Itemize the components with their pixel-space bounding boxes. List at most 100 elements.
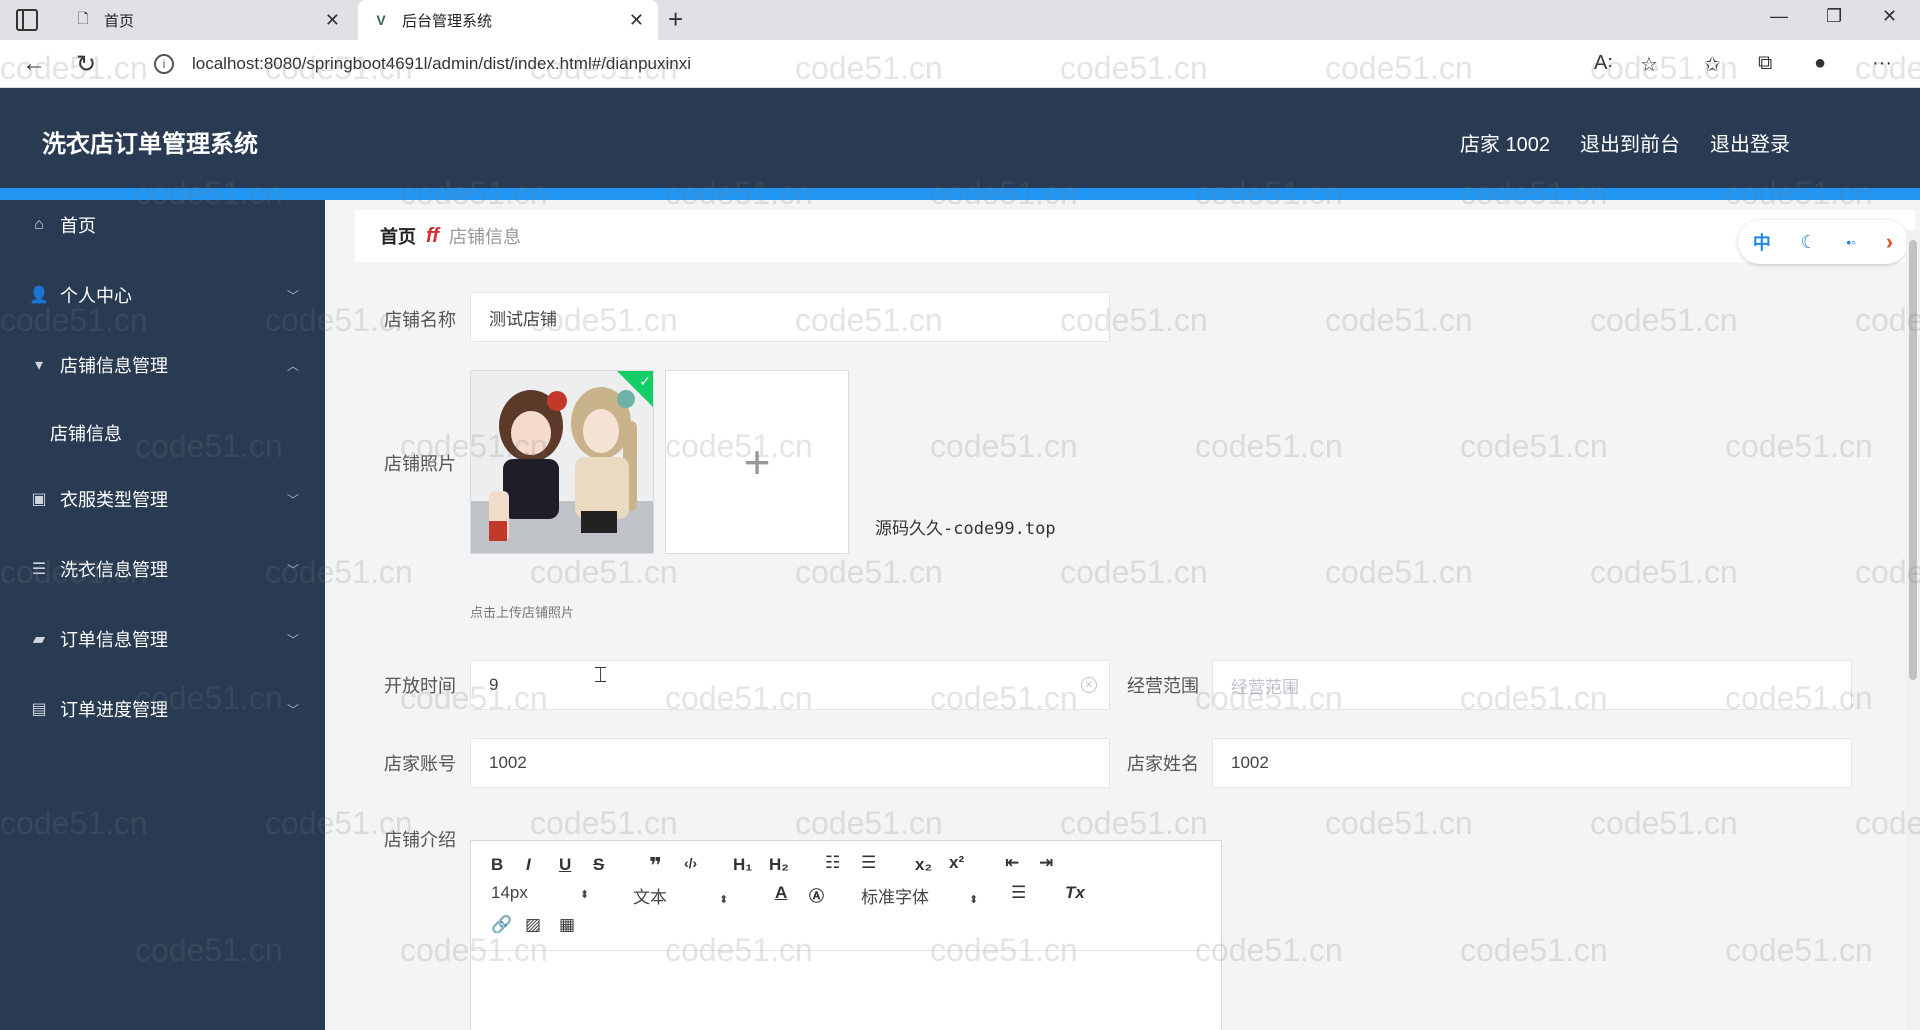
close-icon[interactable]: ✕	[629, 10, 644, 31]
heading-1-icon[interactable]: H₁	[733, 855, 752, 875]
url-input[interactable]: i localhost:8080/springboot4691l/admin/d…	[132, 46, 1652, 82]
clear-icon[interactable]: ✕	[1081, 677, 1097, 693]
sidebar-item-label: 个人中心	[60, 286, 132, 306]
collections-icon[interactable]: ⧉	[1758, 52, 1772, 75]
chevron-down-icon: ﹀	[286, 288, 299, 303]
new-tab-icon[interactable]: +	[668, 4, 683, 35]
shop-photo-label: 店铺照片	[384, 454, 456, 474]
app-header: 洗衣店订单管理系统 店家 1002 退出到前台 退出登录	[0, 88, 1920, 188]
intro-label: 店铺介绍	[384, 830, 456, 850]
restore-icon[interactable]: ❐	[1826, 6, 1842, 27]
sidebar: ⌂ 首页 👤 个人中心 ﹀ ▾ 店铺信息管理 ︿ 店铺信息 ▣ 衣服类型管理 ﹀…	[0, 200, 325, 1030]
user-icon: 👤	[29, 287, 49, 304]
breadcrumb-home[interactable]: 首页	[380, 223, 416, 249]
sidebar-item-order-progress-mgmt[interactable]: ▤ 订单进度管理 ﹀	[0, 684, 325, 734]
align-icon[interactable]: ☰	[1011, 883, 1026, 903]
read-aloud-icon[interactable]: A꞉	[1594, 52, 1613, 75]
upload-photo-button[interactable]: +	[665, 370, 849, 554]
sidebar-item-clothes-type-mgmt[interactable]: ▣ 衣服类型管理 ﹀	[0, 474, 325, 524]
account-label: 店家账号	[384, 754, 456, 774]
info-icon[interactable]: i	[154, 54, 174, 74]
select-arrows-icon: ⬍	[579, 889, 590, 901]
link-icon[interactable]: 🔗	[491, 915, 512, 935]
select-arrows-icon: ⬍	[719, 894, 729, 906]
font-size-value: 14px	[491, 883, 528, 902]
italic-icon[interactable]: I	[526, 855, 531, 875]
logout-link[interactable]: 退出登录	[1710, 128, 1790, 157]
source-watermark-text: 源码久久-code99.top	[875, 519, 1056, 539]
shop-name-label: 店铺名称	[384, 310, 456, 330]
font-color-icon[interactable]: A	[775, 883, 787, 903]
vue-logo-icon: V	[376, 12, 386, 28]
upload-success-icon: ✓	[617, 371, 653, 407]
account-input[interactable]: 1002	[470, 738, 1110, 788]
header-accent-strip	[0, 188, 1920, 200]
underline-icon[interactable]: U	[559, 855, 571, 875]
settings-dots-icon[interactable]: •◦	[1846, 234, 1856, 250]
main-scrollbar[interactable]	[1906, 230, 1920, 1030]
sidebar-item-wash-info-mgmt[interactable]: ☰ 洗衣信息管理 ﹀	[0, 544, 325, 594]
favorites-icon[interactable]: ✩	[1704, 52, 1721, 77]
chevron-down-icon: ﹀	[286, 632, 299, 647]
sidebar-item-shop-info-mgmt[interactable]: ▾ 店铺信息管理 ︿	[0, 340, 325, 390]
owner-name-value: 1002	[1231, 753, 1269, 772]
scope-label: 经营范围	[1127, 676, 1199, 696]
scrollbar-thumb[interactable]	[1909, 240, 1917, 680]
image-icon[interactable]: ▨	[525, 915, 541, 935]
more-menu-icon[interactable]: ···	[1872, 52, 1892, 75]
address-bar: ← ↻ i localhost:8080/springboot4691l/adm…	[0, 40, 1920, 88]
background-color-icon[interactable]: Ⓐ	[809, 885, 824, 906]
superscript-icon[interactable]: x²	[949, 853, 964, 873]
video-icon[interactable]: ▦	[559, 915, 575, 935]
bold-icon[interactable]: B	[491, 855, 503, 875]
font-family-select[interactable]: 标准字体 ⬍	[861, 883, 978, 908]
bullet-list-icon[interactable]: ☰	[861, 853, 876, 873]
window-close-icon[interactable]: ✕	[1882, 6, 1897, 27]
sidebar-subitem-shop-info[interactable]: 店铺信息	[50, 420, 122, 446]
refresh-icon[interactable]: ↻	[76, 50, 96, 79]
code-block-icon[interactable]: ‹/›	[684, 855, 697, 871]
back-to-front-link[interactable]: 退出到前台	[1580, 128, 1680, 157]
language-toggle[interactable]: 中	[1753, 229, 1771, 255]
tab-actions-icon[interactable]	[16, 9, 38, 31]
shop-name-input[interactable]: 测试店铺	[470, 292, 1110, 342]
subscript-icon[interactable]: x₂	[915, 855, 932, 875]
chevron-right-icon[interactable]: ›	[1886, 229, 1893, 255]
profile-avatar-icon[interactable]: ●	[1814, 52, 1826, 75]
strikethrough-icon[interactable]: S	[593, 855, 604, 875]
indent-icon[interactable]: ⇥	[1039, 853, 1053, 873]
sidebar-item-home[interactable]: ⌂ 首页	[0, 200, 325, 250]
ordered-list-icon[interactable]: ☷	[825, 853, 840, 873]
owner-name-label: 店家姓名	[1127, 754, 1199, 774]
heading-2-icon[interactable]: H₂	[769, 855, 789, 875]
add-favorite-icon[interactable]: ☆	[1640, 52, 1658, 77]
scope-input[interactable]: 经营范围	[1212, 660, 1852, 710]
sidebar-item-label: 订单信息管理	[60, 630, 168, 650]
moon-icon[interactable]: ☾	[1800, 232, 1816, 253]
tab-label: 后台管理系统	[402, 12, 493, 30]
home-icon: ⌂	[34, 216, 44, 233]
sidebar-item-label: 首页	[60, 216, 96, 236]
sidebar-item-label: 订单进度管理	[60, 700, 168, 720]
sidebar-item-label: 店铺信息管理	[60, 356, 168, 376]
text-type-value: 文本	[633, 888, 667, 907]
sidebar-item-order-info-mgmt[interactable]: ▰ 订单信息管理 ﹀	[0, 614, 325, 664]
shop-icon: ▾	[34, 357, 44, 374]
blockquote-icon[interactable]: ❞	[649, 853, 662, 879]
font-size-select[interactable]: 14px ⬍	[491, 883, 589, 903]
sidebar-item-personal-center[interactable]: 👤 个人中心 ﹀	[0, 270, 325, 320]
shop-photo-image[interactable]: ✓	[470, 370, 654, 554]
browser-tab-home[interactable]: 🗋 首页 ✕	[60, 0, 354, 40]
outdent-icon[interactable]: ⇤	[1005, 853, 1019, 873]
url-text: localhost:8080/springboot4691l/admin/dis…	[192, 54, 691, 73]
text-cursor-icon: ⌶	[594, 662, 608, 687]
close-icon[interactable]: ✕	[325, 10, 340, 31]
back-arrow-icon[interactable]: ←	[22, 50, 46, 78]
open-time-input[interactable]: 9 ✕	[470, 660, 1110, 710]
minimize-icon[interactable]: —	[1770, 6, 1788, 27]
text-type-select[interactable]: 文本 ⬍	[633, 883, 728, 908]
browser-tab-admin[interactable]: V 后台管理系统 ✕	[358, 0, 658, 40]
account-value: 1002	[489, 753, 527, 772]
owner-name-input[interactable]: 1002	[1212, 738, 1852, 788]
clear-format-icon[interactable]: Tx	[1065, 883, 1085, 903]
